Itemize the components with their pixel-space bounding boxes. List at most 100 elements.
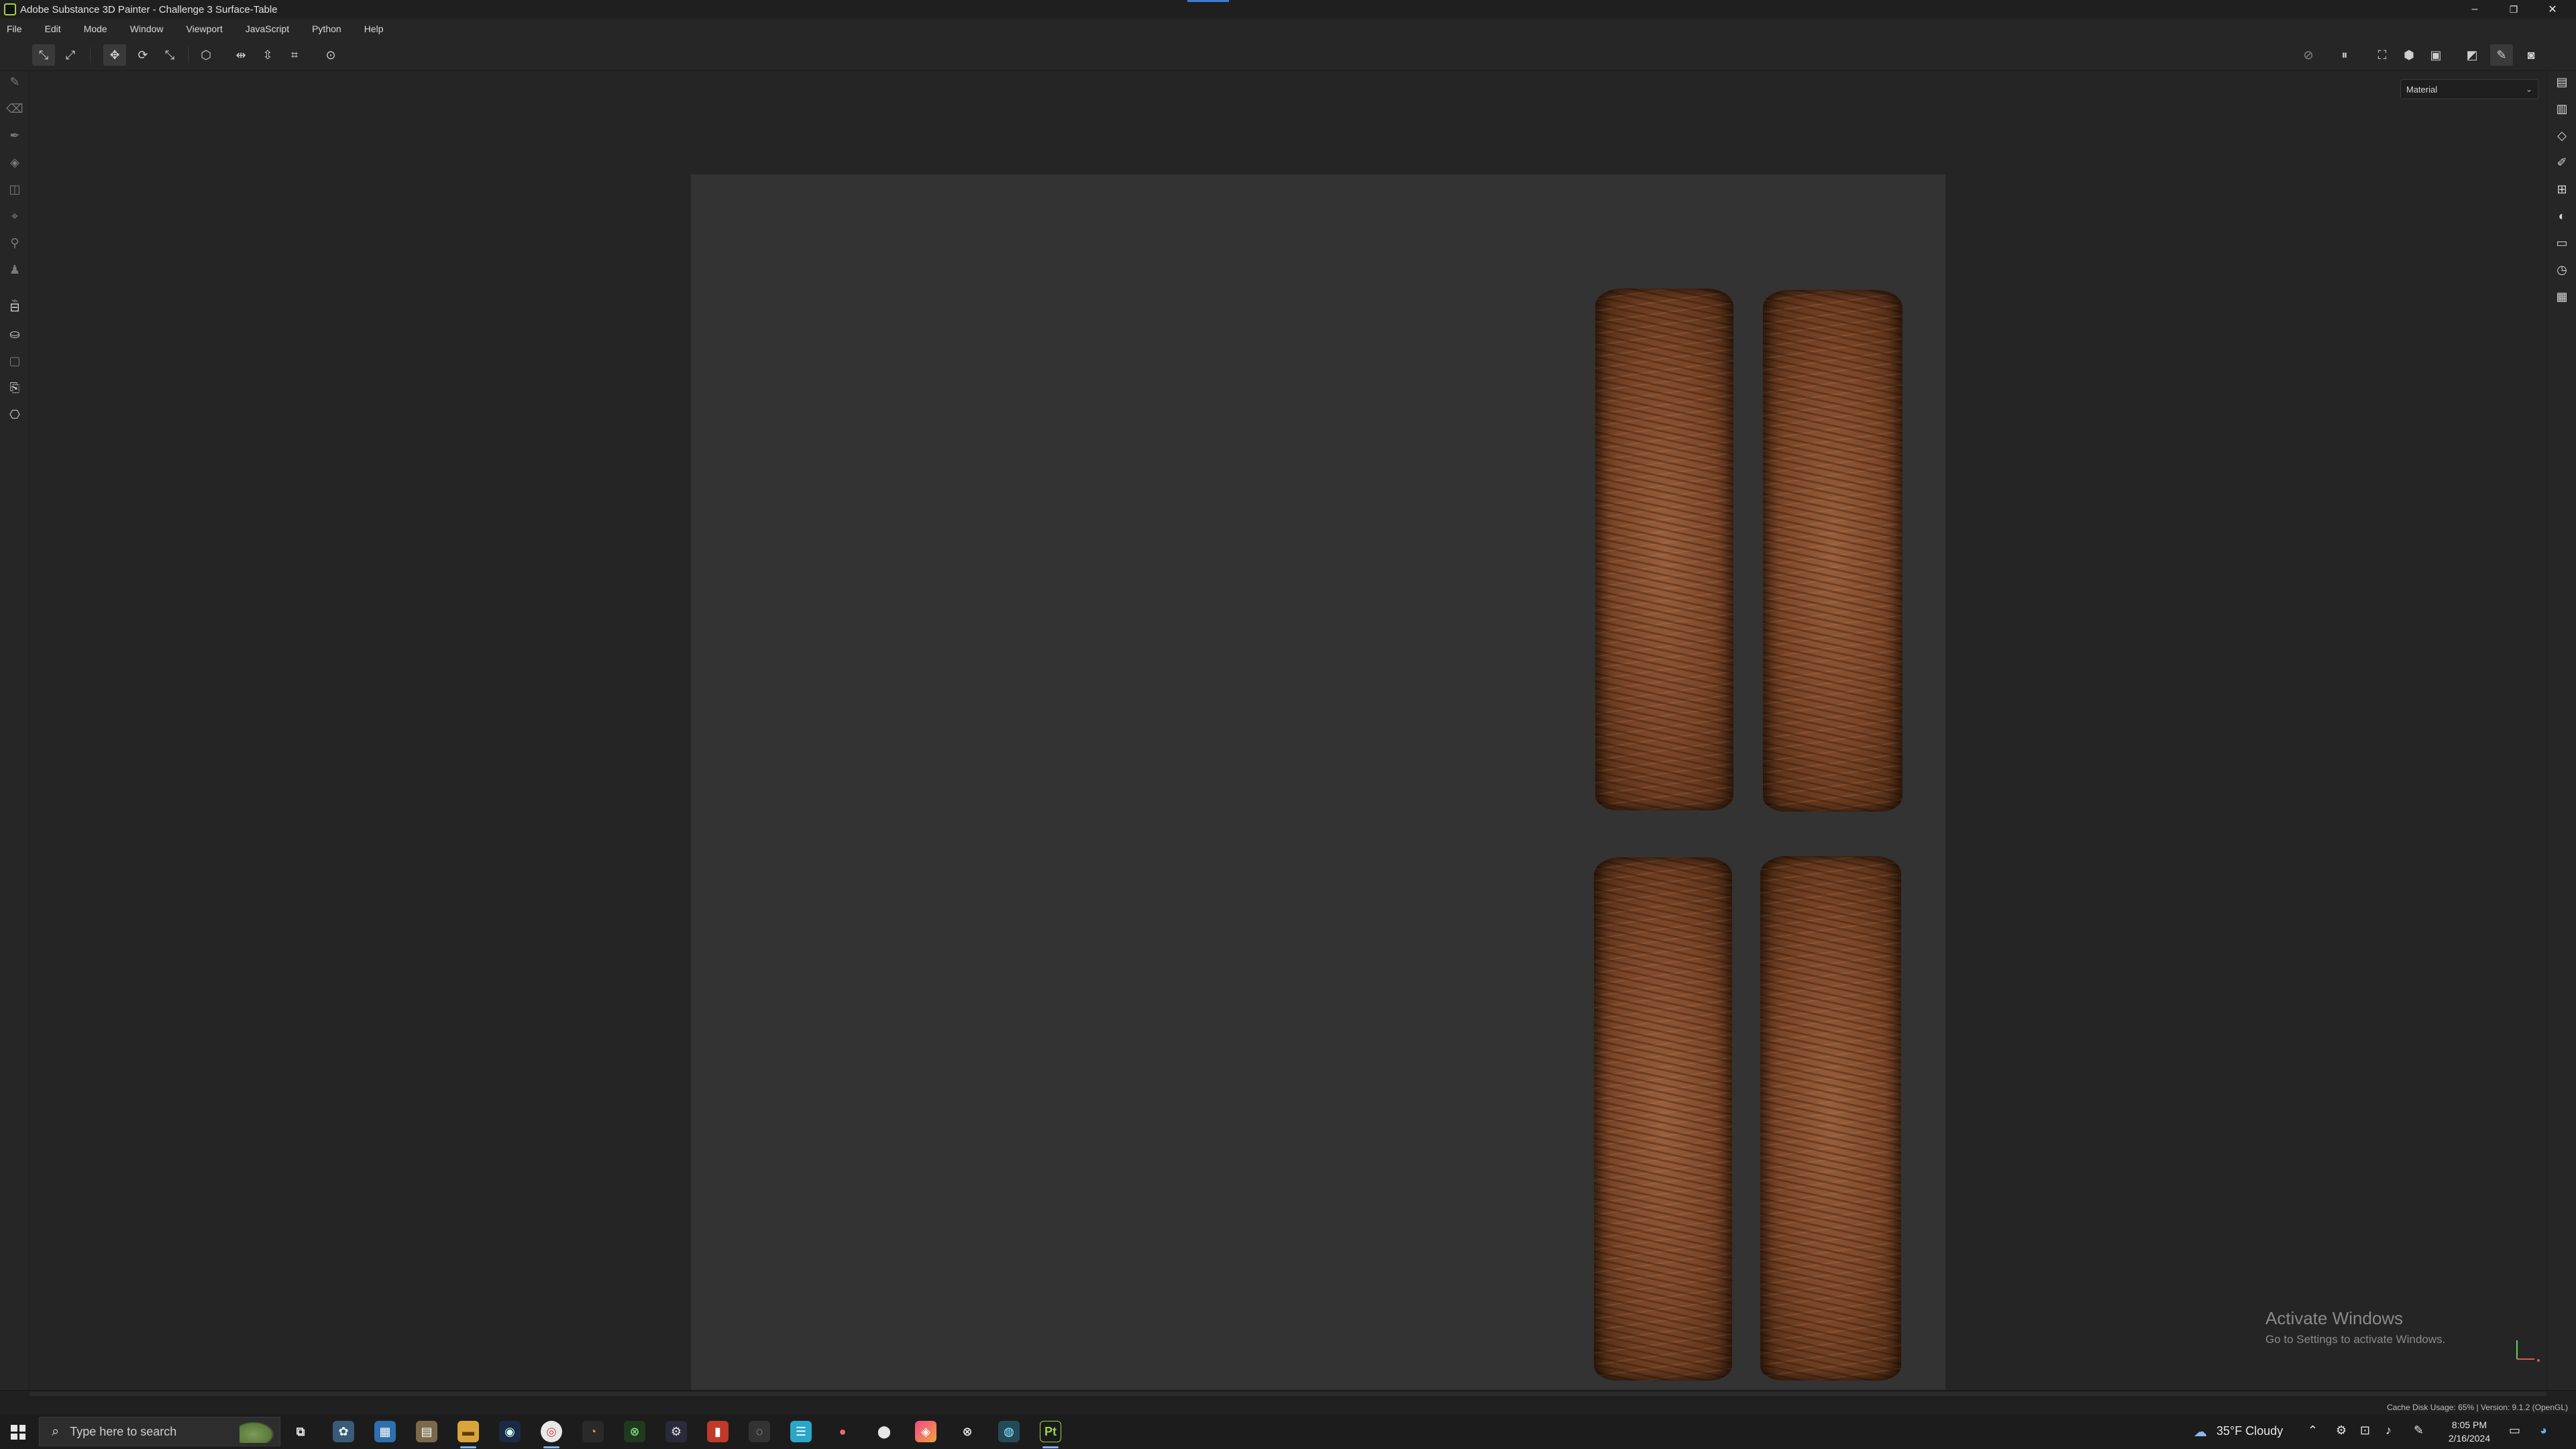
horizontal-scrollbar[interactable] — [30, 1392, 2546, 1396]
layers-icon[interactable]: ◇ — [2551, 125, 2573, 146]
notifications-icon[interactable]: ▭ — [2509, 1424, 2520, 1438]
weather-text[interactable]: 35°F Cloudy — [2216, 1424, 2283, 1438]
measure-tool-icon[interactable]: ⎔ — [4, 404, 25, 425]
taskbar-clock[interactable]: 8:05 PM 2/16/2024 — [2439, 1418, 2500, 1445]
reset-icon[interactable]: ⊙ — [319, 44, 342, 66]
app-icon[interactable]: ⚙ — [665, 1421, 687, 1442]
app-tray-icon[interactable]: ⚙ — [2336, 1424, 2347, 1438]
color-picker-icon[interactable]: ⚲ — [4, 232, 25, 254]
eraser-tool-icon[interactable]: ⌫ — [4, 98, 25, 119]
xbox-icon[interactable]: ⊗ — [957, 1421, 978, 1442]
quick-mask-icon[interactable]: ▢ — [4, 350, 25, 372]
move-icon[interactable]: ✥ — [103, 44, 126, 66]
menu-viewport[interactable]: Viewport — [186, 23, 223, 34]
clipboard-icon[interactable]: ⎘ — [4, 377, 25, 398]
uv-island-table-leg[interactable] — [1594, 857, 1732, 1381]
uv-island-table-leg[interactable] — [1763, 290, 1902, 812]
uv-island-table-leg[interactable] — [1760, 856, 1901, 1381]
menu-help[interactable]: Help — [364, 23, 384, 34]
file-app-icon[interactable]: ▤ — [416, 1421, 437, 1442]
screenshot-mode-icon[interactable]: ⛶ — [2371, 44, 2394, 66]
paint-brush-icon[interactable]: ✎ — [2490, 44, 2513, 66]
texture-set-icon[interactable]: ▥ — [2551, 98, 2573, 119]
rotate-icon[interactable]: ⟳ — [131, 44, 154, 66]
environment-icon[interactable]: ◐ — [2551, 205, 2573, 227]
taskbar-search-input[interactable]: ⌕ Type here to search — [39, 1417, 280, 1446]
menu-bar: File Edit Mode Window Viewport JavaScrip… — [0, 19, 2576, 39]
menu-edit[interactable]: Edit — [45, 23, 61, 34]
restore-button[interactable]: ❐ — [2494, 0, 2533, 19]
network-icon[interactable]: ⊡ — [2360, 1424, 2370, 1438]
cube-icon[interactable]: ⬡ — [195, 44, 217, 66]
left-tool-strip: ✎ ⌫ ✒ ◈ ◫ ⌖ ⚲ ♟ ⌁ ⊟ ⛀ ▢ ⎘ ⎔ — [0, 71, 30, 1390]
menu-mode[interactable]: Mode — [84, 23, 107, 34]
camera-icon[interactable]: ▣ — [2424, 44, 2447, 66]
uv-canvas[interactable] — [691, 174, 1945, 1430]
steam-icon[interactable]: ◉ — [499, 1421, 521, 1442]
snap-icon[interactable]: ⌗ — [283, 44, 306, 66]
uv-transform-tool-icon[interactable]: ⊟ — [4, 297, 25, 318]
smudge-tool-icon[interactable]: ◫ — [4, 178, 25, 200]
flip-horizontal-icon[interactable]: ⇹ — [229, 44, 252, 66]
scale-icon[interactable]: ⤡ — [158, 44, 181, 66]
lasso-tool-icon[interactable]: ⛀ — [4, 323, 25, 345]
app-icon[interactable]: ☰ — [790, 1421, 812, 1442]
assets-panel-icon[interactable]: ▤ — [2551, 71, 2573, 93]
app-icon[interactable]: ◌ — [749, 1421, 770, 1442]
xbox-app-icon[interactable]: ⊗ — [624, 1421, 645, 1442]
mesh-view-icon[interactable]: ⬢ — [2398, 44, 2420, 66]
substance-painter-taskbar-icon[interactable]: Pt — [1040, 1421, 1061, 1442]
close-button[interactable]: ✕ — [2533, 0, 2572, 19]
pause-icon[interactable]: ⏸ — [2333, 44, 2356, 66]
uv-transform-icon[interactable]: ⤡ — [32, 44, 55, 66]
pen-icon[interactable]: ✎ — [2414, 1424, 2424, 1438]
minimize-button[interactable]: – — [2455, 0, 2494, 19]
chevron-up-icon[interactable]: ⌃ — [2308, 1424, 2318, 1438]
right-panel-strip: ▤ ▥ ◇ ✐ ⊞ ◐ ▭ ◷ ▦ — [2546, 71, 2576, 1390]
uv-transform-options-icon[interactable]: ⤢ — [59, 44, 82, 66]
photos-app-icon[interactable]: ✿ — [333, 1421, 354, 1442]
file-explorer-icon[interactable]: ▬ — [458, 1421, 479, 1442]
paint-tool-icon[interactable]: ✎ — [4, 71, 25, 93]
blender-icon[interactable]: ◔ — [582, 1421, 604, 1442]
calculator-app-icon[interactable]: ▦ — [374, 1421, 396, 1442]
task-view-icon[interactable]: ⧉ — [290, 1421, 311, 1442]
viewport-mode-select[interactable]: Material ⌄ — [2400, 79, 2538, 99]
menu-javascript[interactable]: JavaScript — [246, 23, 289, 34]
widget-icon[interactable]: ◕ — [2540, 1424, 2547, 1438]
bake-icon[interactable]: ◩ — [2461, 44, 2483, 66]
cloud-icon: ☁ — [2194, 1425, 2207, 1440]
geometry-decal-icon[interactable]: ♟ — [4, 259, 25, 280]
title-bar: Adobe Substance 3D Painter - Challenge 3… — [0, 0, 2576, 19]
title-accent-line — [1187, 0, 1229, 2]
volume-icon[interactable]: ♪ — [2385, 1424, 2392, 1438]
app-icon[interactable]: ● — [832, 1421, 853, 1442]
chrome-icon[interactable]: ◎ — [541, 1421, 562, 1442]
menu-python[interactable]: Python — [312, 23, 341, 34]
search-placeholder: Type here to search — [70, 1424, 177, 1438]
projection-tool-icon[interactable]: ✒ — [4, 125, 25, 146]
watermark-subtitle: Go to Settings to activate Windows. — [2265, 1333, 2446, 1346]
display-settings-icon[interactable]: ⊞ — [2551, 178, 2573, 200]
app-icon[interactable]: ▮ — [707, 1421, 729, 1442]
menu-file[interactable]: File — [7, 23, 22, 34]
painter-app-icon — [4, 3, 16, 15]
app-icon[interactable]: ◈ — [915, 1421, 936, 1442]
watermark-title: Activate Windows — [2265, 1308, 2404, 1328]
toolbar-separator — [188, 47, 189, 63]
properties-brush-icon[interactable]: ✐ — [2551, 152, 2573, 173]
history-icon[interactable]: ◷ — [2551, 259, 2573, 280]
shader-settings-icon[interactable]: ▭ — [2551, 232, 2573, 254]
flip-vertical-icon[interactable]: ⇳ — [256, 44, 279, 66]
camera-off-icon[interactable]: ⊘ — [2297, 44, 2320, 66]
app-icon[interactable]: ◍ — [998, 1421, 1020, 1442]
snapshot-camera-icon[interactable]: ◙ — [2520, 44, 2542, 66]
app-icon[interactable]: ⬤ — [873, 1421, 895, 1442]
uv-viewport[interactable] — [30, 72, 2546, 1430]
polygon-fill-icon[interactable]: ◈ — [4, 152, 25, 173]
clone-tool-icon[interactable]: ⌖ — [4, 205, 25, 227]
log-icon[interactable]: ▦ — [2551, 286, 2573, 307]
menu-window[interactable]: Window — [130, 23, 164, 34]
windows-start-icon[interactable] — [7, 1421, 30, 1444]
uv-island-table-leg[interactable] — [1595, 288, 1733, 810]
